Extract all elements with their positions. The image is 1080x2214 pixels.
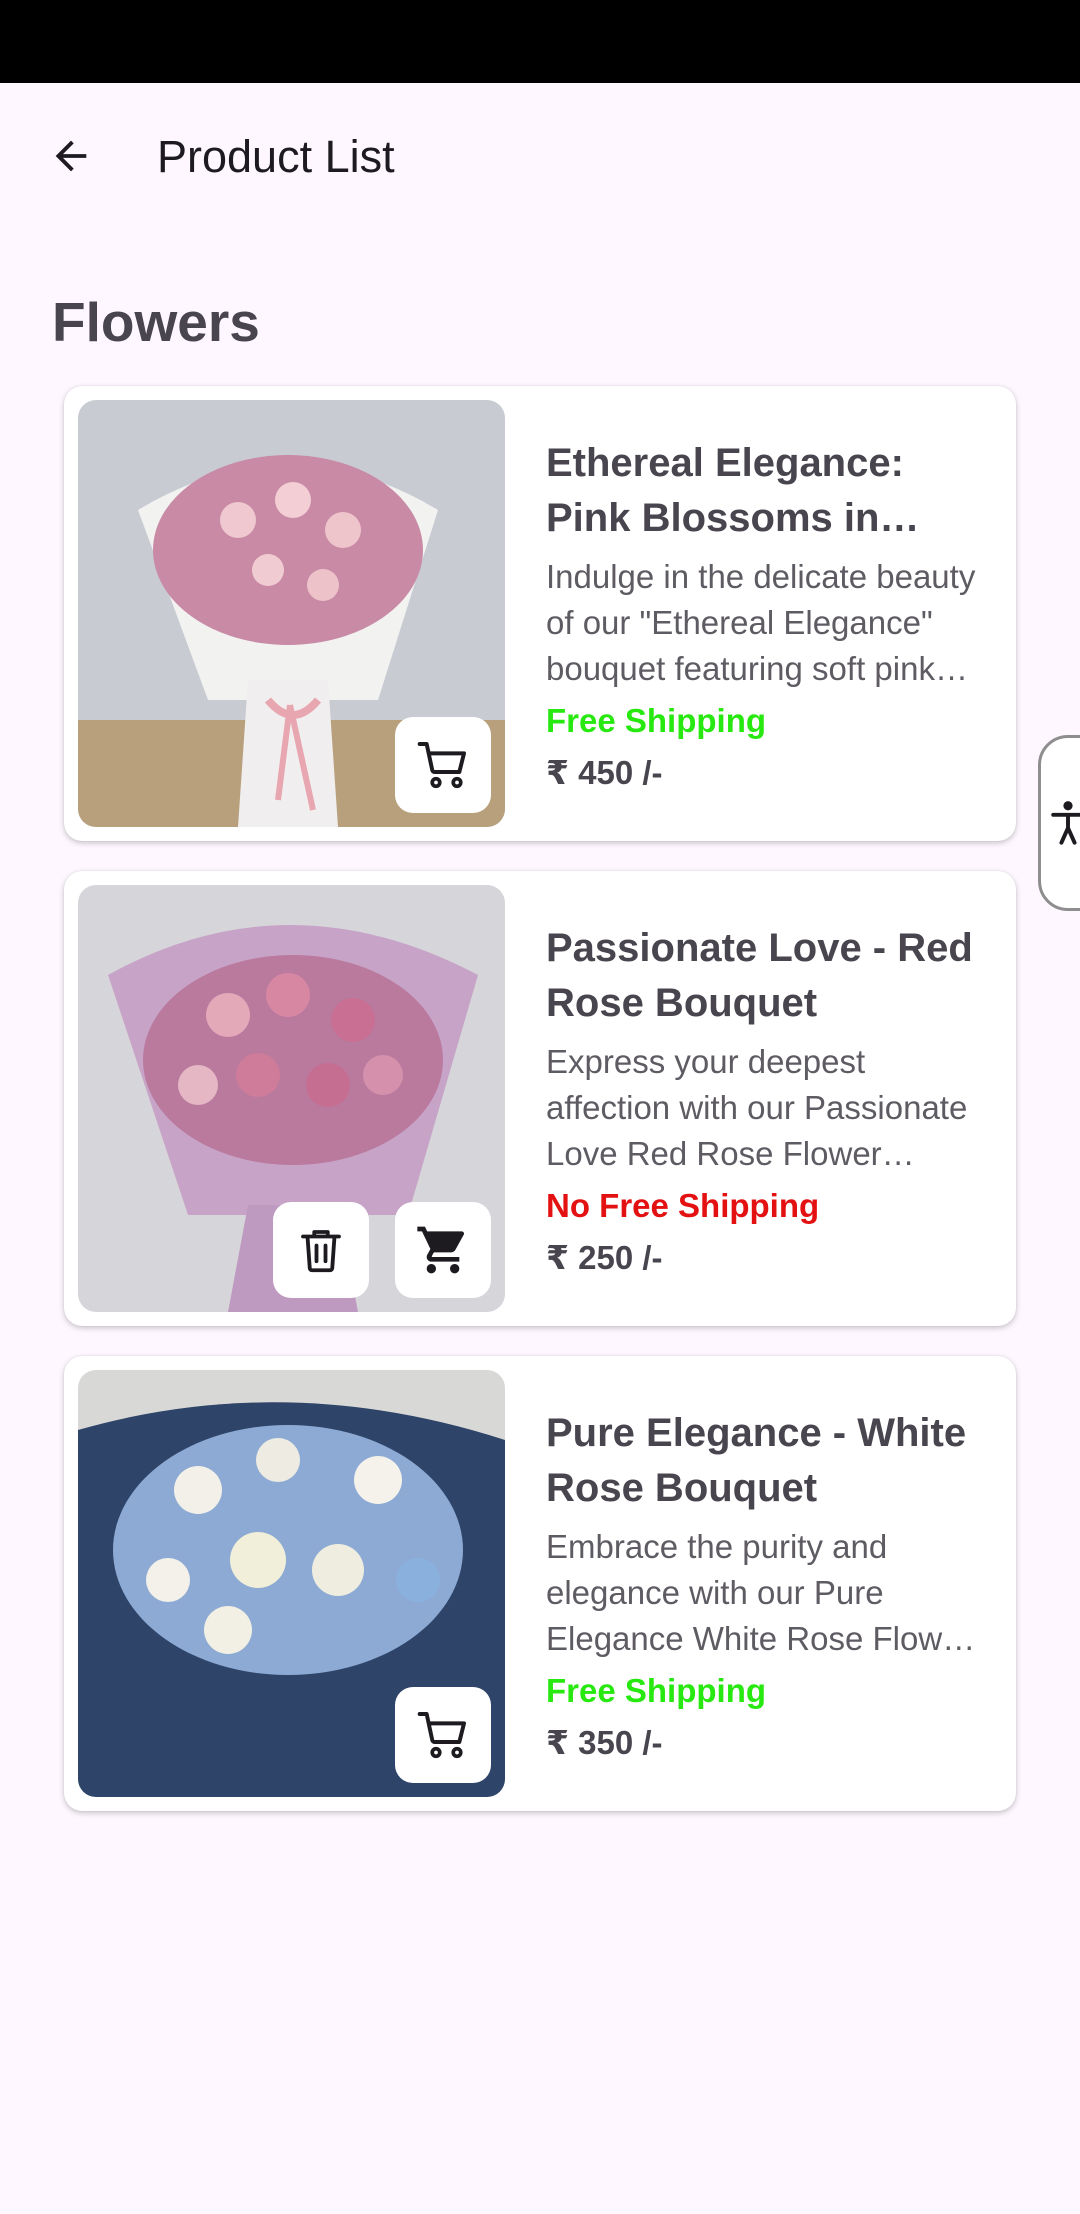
product-image: [78, 1370, 505, 1797]
accessibility-icon: [1051, 801, 1080, 845]
shipping-status: Free Shipping: [546, 702, 767, 739]
product-name: Ethereal Elegance: Pink Blossoms in Whit…: [546, 441, 904, 540]
cart-filled-icon: [417, 1226, 465, 1274]
page-title: Product List: [157, 131, 395, 182]
in-cart-button[interactable]: [395, 1202, 491, 1298]
back-button[interactable]: [38, 123, 104, 189]
product-card[interactable]: Passionate Love - Red Rose Bouquet Expre…: [64, 871, 1016, 1326]
product-name: Pure Elegance - White Rose Bouquet: [546, 1411, 967, 1510]
remove-from-cart-button[interactable]: [273, 1202, 369, 1298]
cart-outline-icon: [417, 1712, 466, 1759]
product-card[interactable]: Pure Elegance - White Rose Bouquet Embra…: [64, 1356, 1016, 1811]
product-price: ₹ 450 /-: [546, 754, 663, 791]
product-price: ₹ 350 /-: [546, 1724, 663, 1761]
product-card[interactable]: Ethereal Elegance: Pink Blossoms in Whit…: [64, 386, 1016, 841]
product-name: Passionate Love - Red Rose Bouquet: [546, 926, 973, 1025]
arrow-left-icon: [55, 140, 87, 172]
product-description: Express your deepest affection with our …: [546, 1043, 968, 1172]
shipping-status: Free Shipping: [546, 1672, 767, 1709]
app-bar: Product List: [0, 83, 1080, 231]
accessibility-button[interactable]: [1038, 735, 1080, 911]
add-to-cart-button[interactable]: [395, 1687, 491, 1783]
shipping-status: No Free Shipping: [546, 1187, 820, 1224]
section-title: Flowers: [52, 291, 260, 353]
product-image: [78, 400, 505, 827]
product-price: ₹ 250 /-: [546, 1239, 663, 1276]
product-description: Indulge in the delicate beauty of our "E…: [546, 558, 976, 687]
status-bar: [0, 0, 1080, 83]
trash-icon: [301, 1230, 341, 1273]
product-image: [78, 885, 505, 1312]
add-to-cart-button[interactable]: [395, 717, 491, 813]
cart-outline-icon: [417, 742, 466, 789]
product-description: Embrace the purity and elegance with our…: [546, 1528, 972, 1657]
